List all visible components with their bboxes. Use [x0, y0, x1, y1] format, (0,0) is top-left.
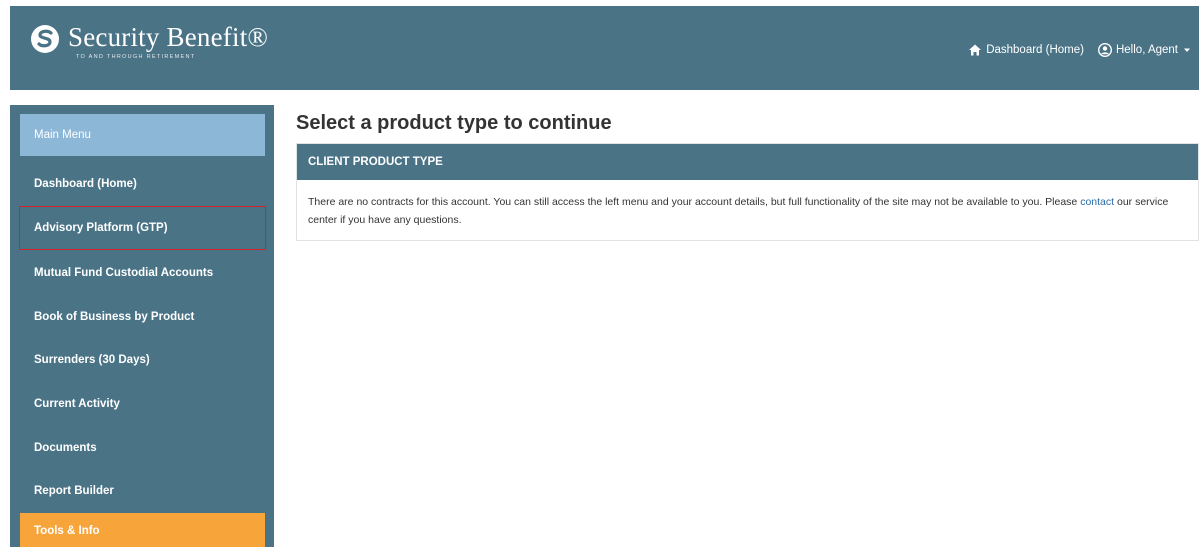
client-product-type-panel: CLIENT PRODUCT TYPE There are no contrac…	[296, 143, 1199, 241]
sidebar-item-main-menu[interactable]: Main Menu	[20, 114, 265, 156]
brand-name: Security Benefit®	[68, 22, 269, 52]
sidebar-item-surrenders[interactable]: Surrenders (30 Days)	[20, 339, 265, 381]
sidebar-item-report-builder[interactable]: Report Builder	[20, 470, 265, 512]
sidebar-item-tools-info[interactable]: Tools & Info	[20, 513, 265, 547]
sidebar-item-label: Surrenders (30 Days)	[34, 354, 150, 366]
sidebar-item-label: Main Menu	[34, 129, 91, 141]
top-nav: Dashboard (Home) Hello, Agent	[968, 43, 1191, 57]
home-icon	[969, 44, 982, 56]
sidebar: Main Menu Dashboard (Home) Advisory Plat…	[10, 105, 274, 547]
sidebar-item-label: Dashboard (Home)	[34, 178, 137, 190]
dashboard-home-label: Dashboard (Home)	[986, 44, 1084, 56]
sidebar-item-label: Advisory Platform (GTP)	[34, 222, 168, 234]
caret-down-icon	[1184, 48, 1190, 52]
sidebar-item-dashboard[interactable]: Dashboard (Home)	[20, 163, 265, 205]
brand-tagline: TO AND THROUGH RETIREMENT	[76, 54, 196, 60]
dashboard-home-link[interactable]: Dashboard (Home)	[968, 43, 1084, 57]
user-menu[interactable]: Hello, Agent	[1097, 43, 1191, 57]
sidebar-item-label: Mutual Fund Custodial Accounts	[34, 267, 214, 279]
sidebar-item-label: Current Activity	[34, 398, 120, 410]
brand-logo[interactable]: Security Benefit® TO AND THROUGH RETIREM…	[30, 22, 268, 60]
sidebar-item-mutual-fund-custodial[interactable]: Mutual Fund Custodial Accounts	[20, 252, 265, 294]
security-benefit-logo-icon	[31, 25, 59, 53]
contact-link[interactable]: contact	[1080, 196, 1114, 208]
panel-message: There are no contracts for this account.…	[297, 180, 1198, 229]
sidebar-item-label: Report Builder	[34, 485, 114, 497]
user-circle-icon	[1097, 43, 1112, 57]
page-title: Select a product type to continue	[296, 112, 612, 134]
sidebar-item-label: Tools & Info	[34, 525, 100, 537]
sidebar-item-advisory-platform[interactable]: Advisory Platform (GTP)	[19, 206, 266, 250]
sidebar-item-book-of-business[interactable]: Book of Business by Product	[20, 296, 265, 338]
panel-header: CLIENT PRODUCT TYPE	[297, 144, 1198, 180]
sidebar-item-label: Book of Business by Product	[34, 311, 195, 323]
sidebar-item-label: Documents	[34, 442, 97, 454]
sidebar-item-current-activity[interactable]: Current Activity	[20, 383, 265, 425]
top-header: Security Benefit® TO AND THROUGH RETIREM…	[10, 6, 1199, 90]
user-greeting: Hello, Agent	[1115, 44, 1178, 56]
message-text-before: There are no contracts for this account.…	[308, 196, 1081, 208]
sidebar-item-documents[interactable]: Documents	[20, 427, 265, 469]
